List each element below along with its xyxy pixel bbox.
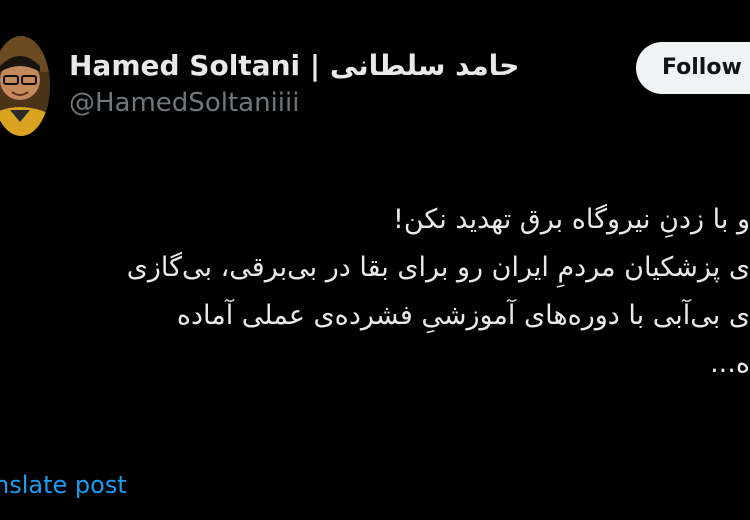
post-text-line: ی بی‌آبی با دوره‌های آموزشیِ فشرده‌ی عمل… xyxy=(176,300,750,331)
translate-post-link[interactable]: nslate post xyxy=(0,468,127,502)
author-avatar[interactable] xyxy=(0,36,50,136)
post-text-line: ه... xyxy=(710,348,750,379)
tweet-card: Hamed Soltani | حامد سلطانی @HamedSoltan… xyxy=(0,0,750,520)
post-text-line: و با زدنِ نیروگاه برق تهدید نکن! xyxy=(393,204,750,235)
author-info: Hamed Soltani | حامد سلطانی @HamedSoltan… xyxy=(69,48,519,120)
post-text: و با زدنِ نیروگاه برق تهدید نکن! ی پزشکی… xyxy=(0,196,750,388)
post-text-line: ی پزشکیان مردمِ ایران رو برای بقا در بی‌… xyxy=(126,252,750,283)
author-display-name[interactable]: Hamed Soltani | حامد سلطانی xyxy=(69,48,519,84)
author-handle[interactable]: @HamedSoltaniiii xyxy=(69,86,519,120)
profile-photo-icon xyxy=(0,36,50,136)
follow-button[interactable]: Follow xyxy=(636,42,750,94)
